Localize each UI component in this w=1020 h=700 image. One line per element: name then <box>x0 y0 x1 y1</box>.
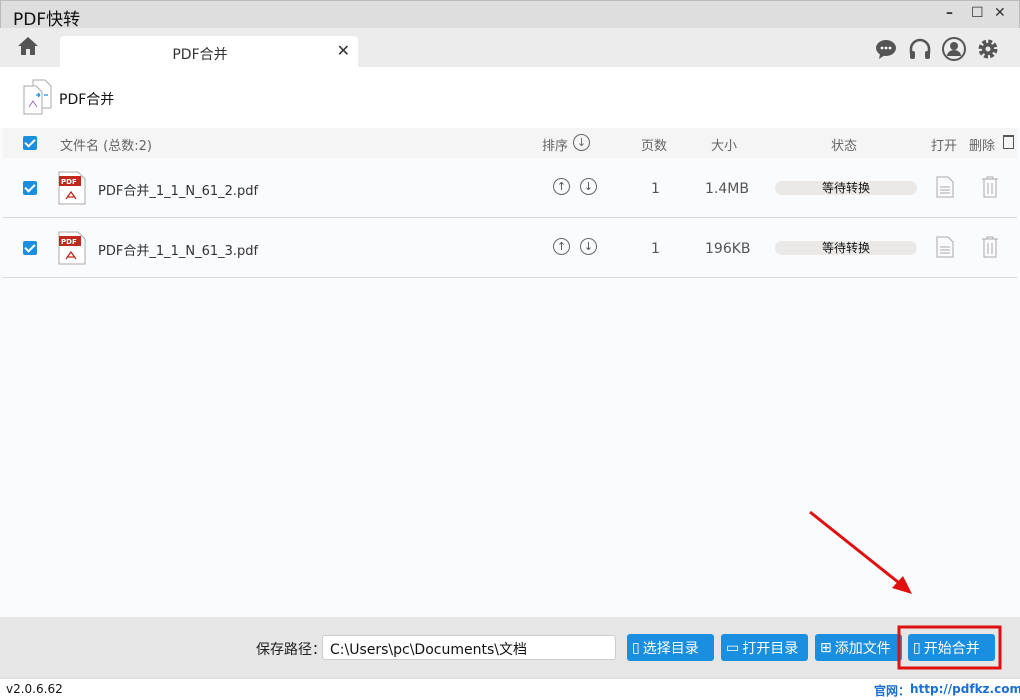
save-icon: ▯ <box>632 639 640 656</box>
tab-pdf-merge[interactable]: PDF合并 ✕ <box>60 36 358 67</box>
tab-label: PDF合并 <box>172 47 228 63</box>
open-dir-button[interactable]: ▭ 打开目录 <box>721 634 808 661</box>
close-icon[interactable]: ✕ <box>994 5 1006 21</box>
title-bar: PDF快转 – ☐ ✕ <box>0 0 1020 30</box>
move-up-icon[interactable]: ↑ <box>553 178 570 195</box>
header-pages: 页数 <box>641 139 668 154</box>
save-path-input[interactable]: C:\Users\pc\Documents\文档 <box>322 635 616 660</box>
pdf-file-icon: PDF <box>58 231 86 265</box>
start-merge-button[interactable]: ▯ 开始合并 <box>908 634 995 661</box>
app-title: PDF快转 <box>13 10 81 30</box>
row-checkbox[interactable] <box>23 181 37 195</box>
pdf-file-icon: PDF <box>58 171 86 205</box>
header-size: 大小 <box>711 139 738 154</box>
pdf-merge-icon <box>23 79 52 115</box>
folder-icon: ▭ <box>726 639 740 656</box>
page-title: PDF合并 <box>59 92 115 108</box>
status-bar: v2.0.6.62 官网： http://pdfkz.com <box>0 678 1020 700</box>
svg-text:PDF: PDF <box>61 178 77 186</box>
header-name: 文件名 (总数:2) <box>60 139 152 154</box>
select-all-checkbox[interactable] <box>23 136 37 150</box>
header-delete: 删除 <box>969 139 996 154</box>
add-file-button[interactable]: ⊞ 添加文件 <box>815 634 902 661</box>
open-dir-label: 打开目录 <box>742 640 799 657</box>
file-name: PDF合并_1_1_N_61_3.pdf <box>98 244 259 259</box>
table-header: 文件名 (总数:2) 排序 ↓ 页数 大小 状态 打开 删除 <box>3 128 1017 158</box>
tab-close-icon[interactable]: ✕ <box>337 41 350 60</box>
page-count: 1 <box>651 241 660 257</box>
file-size: 196KB <box>705 241 751 257</box>
file-size: 1.4MB <box>705 181 749 197</box>
choose-dir-button[interactable]: ▯ 选择目录 <box>627 634 714 661</box>
svg-text:PDF: PDF <box>61 238 77 246</box>
header-status: 状态 <box>831 139 858 154</box>
version: v2.0.6.62 <box>6 682 63 696</box>
add-file-label: 添加文件 <box>834 640 891 657</box>
home-icon[interactable] <box>17 36 39 56</box>
site-link[interactable]: http://pdfkz.com <box>910 682 1020 696</box>
start-merge-label: 开始合并 <box>923 640 980 657</box>
gear-icon[interactable] <box>976 37 1000 61</box>
table-row: PDF PDF合并_1_1_N_61_3.pdf ↑ ↓ 1 196KB 等待转… <box>3 218 1017 278</box>
open-file-icon[interactable] <box>936 236 954 258</box>
file-icon: ▯ <box>913 639 921 656</box>
tab-bar: PDF合并 ✕ <box>0 28 1020 67</box>
minimize-icon[interactable]: – <box>946 5 953 21</box>
main-content: PDF合并 文件名 (总数:2) 排序 ↓ 页数 大小 状态 打开 删除 PDF… <box>0 67 1020 617</box>
user-icon[interactable] <box>942 37 966 61</box>
page-count: 1 <box>651 181 660 197</box>
maximize-icon[interactable]: ☐ <box>971 5 984 21</box>
status-badge: 等待转换 <box>775 181 917 195</box>
status-badge: 等待转换 <box>775 241 917 255</box>
chat-icon[interactable] <box>874 37 898 61</box>
delete-all-icon[interactable] <box>1003 135 1014 149</box>
table-row: PDF PDF合并_1_1_N_61_2.pdf ↑ ↓ 1 1.4MB 等待转… <box>3 158 1017 218</box>
plus-icon: ⊞ <box>820 639 832 656</box>
file-name: PDF合并_1_1_N_61_2.pdf <box>98 184 259 199</box>
delete-icon[interactable] <box>981 236 999 258</box>
headset-icon[interactable] <box>908 37 932 61</box>
header-sort: 排序 <box>542 139 569 154</box>
header-open: 打开 <box>931 139 958 154</box>
sort-down-icon[interactable]: ↓ <box>573 134 590 151</box>
move-down-icon[interactable]: ↓ <box>580 178 597 195</box>
choose-dir-label: 选择目录 <box>642 640 699 657</box>
bottom-bar: 保存路径： C:\Users\pc\Documents\文档 ▯ 选择目录 ▭ 打开… <box>0 617 1020 678</box>
open-file-icon[interactable] <box>936 176 954 198</box>
site-label: 官网： <box>874 684 911 698</box>
move-down-icon[interactable]: ↓ <box>580 238 597 255</box>
move-up-icon[interactable]: ↑ <box>553 238 570 255</box>
delete-icon[interactable] <box>981 176 999 198</box>
save-path-label: 保存路径： <box>256 642 326 658</box>
row-checkbox[interactable] <box>23 241 37 255</box>
